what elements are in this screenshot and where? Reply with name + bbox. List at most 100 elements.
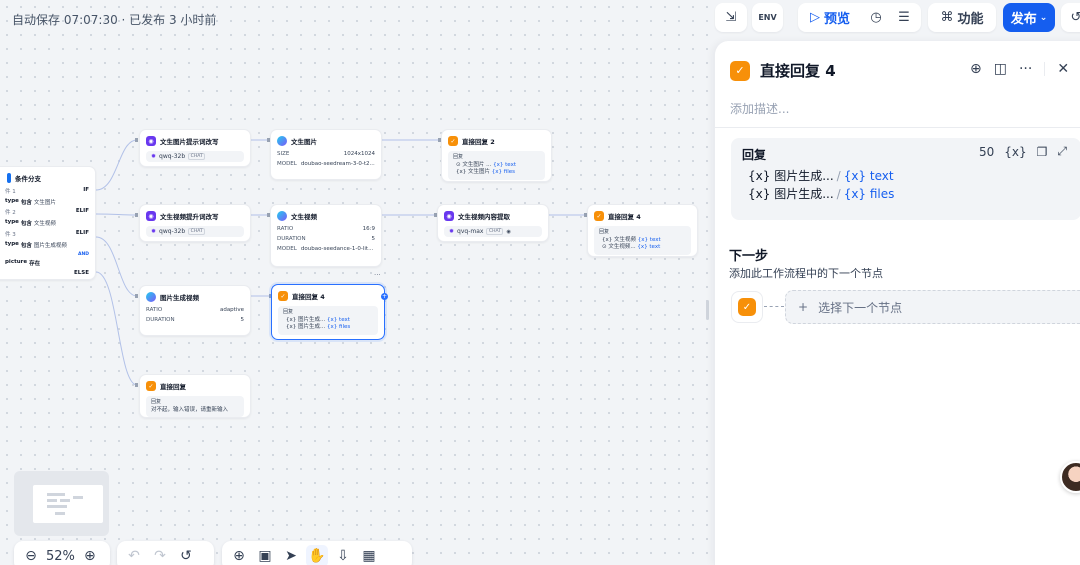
features-button[interactable]: ⌘ 功能	[928, 3, 996, 32]
minimap-viewport[interactable]	[33, 485, 103, 523]
node-title: 文生图片提示词改写	[160, 138, 219, 146]
history-icon[interactable]: ↺	[175, 545, 197, 565]
reply-node[interactable]: ✓ 直接回复 回复 对不起，输入错误，请重新输入	[139, 374, 251, 418]
expand-icon[interactable]: ⤢	[1057, 144, 1067, 159]
case-tag: IF	[83, 186, 89, 193]
workflow-canvas[interactable]: 自动保存 07:07:30 · 已发布 3 小时前 ​条件分支 件 1IF ty…	[0, 0, 714, 565]
redo-icon[interactable]: ↷	[149, 545, 171, 565]
zoom-in-icon[interactable]: ⊕	[79, 545, 101, 565]
reply-label: 回复	[742, 148, 767, 162]
llm-icon: ◉	[444, 211, 454, 221]
reply-line[interactable]: {x} 图片生成... / {x} text	[748, 167, 894, 184]
param-value: 5	[371, 236, 376, 242]
reply-line[interactable]: {x} 图片生成... / {x} files	[748, 185, 894, 202]
param-key: SIZE	[277, 151, 290, 157]
hand-icon[interactable]: ✋	[306, 545, 328, 565]
param-key: DURATION	[277, 236, 306, 242]
edge	[95, 213, 138, 216]
panel-resize-handle[interactable]	[706, 300, 709, 320]
cond-op: 包含	[20, 221, 32, 228]
next-step-desc: 添加此工作流程中的下一个节点	[729, 267, 883, 280]
cond-op: 存在	[29, 261, 41, 268]
export-icon[interactable]: ⇩	[332, 545, 354, 565]
var-name: files	[339, 324, 351, 330]
case-tag: ELIF	[75, 208, 89, 215]
preview-button[interactable]: ▷ 预览	[798, 3, 862, 32]
more-icon[interactable]: ···	[374, 271, 381, 279]
vision-icon: ◉	[506, 228, 511, 235]
publish-button[interactable]: 发布 ⌄	[1003, 3, 1055, 32]
add-note-icon[interactable]: ▣	[254, 545, 276, 565]
model-icon: ✹	[449, 228, 455, 235]
plus-icon: +	[798, 300, 809, 314]
add-node-icon[interactable]: ⊕	[228, 545, 250, 565]
copy-icon[interactable]: ❐	[1037, 145, 1048, 159]
text-to-image-node[interactable]: 文生图片 SIZE 1024x1024 MODEL doubao-seedream-…	[270, 129, 382, 180]
else-tag: ELSE	[74, 270, 89, 277]
description-input[interactable]: 添加描述...	[730, 100, 789, 117]
insert-variable-icon[interactable]: {x}	[1004, 145, 1026, 159]
toolbar-group-1: ⇲	[715, 3, 747, 32]
cond-var: picture	[5, 259, 28, 266]
select-next-node-button[interactable]: + 选择下一个节点	[785, 290, 1080, 324]
var-source: 图片生成...	[298, 316, 326, 323]
mode-badge: CHAT	[486, 228, 504, 235]
reply-node-selected[interactable]: ✓ 直接回复 4 回复 {x} 图片生成... {x} text {x} 图片生成…	[271, 284, 385, 340]
minimap[interactable]	[14, 471, 109, 536]
zoom-level[interactable]: 52%	[46, 549, 75, 564]
chevron-down-icon: ⌄	[1039, 12, 1048, 23]
layout-icon[interactable]: ◫	[994, 61, 1007, 77]
env-icon[interactable]: ENV	[752, 3, 783, 32]
more-icon[interactable]: ···	[1019, 61, 1032, 77]
var-source: 图片生成...	[298, 324, 326, 330]
reply-node[interactable]: ✓ 直接回复 4 回复 {x} 文生视频 {x} text ⊙ 文生视频... {…	[587, 204, 698, 257]
case-tag: ELIF	[75, 229, 89, 236]
pointer-icon[interactable]: ➤	[280, 545, 302, 565]
llm-node[interactable]: ◉ 文生视频提升词改写 ✹ qwq-32b CHAT	[139, 204, 251, 242]
char-count: 50	[978, 144, 995, 159]
and-badge: AND	[78, 251, 89, 257]
current-node-chip: ✓	[731, 291, 763, 323]
var-name: text	[505, 161, 516, 168]
reply-node[interactable]: ✓ 直接回复 2 回复 ⊙ 文生图片 ... {x} text {x} 文生图片 …	[441, 129, 552, 182]
canvas-tools: ⊕ ▣ ➤ ✋ ⇩ ▦	[222, 541, 412, 565]
param-key: MODEL	[277, 161, 297, 167]
node-detail-panel: ✓ 直接回复 4 ⊕ ◫ ··· ✕ 添加描述... 回复 50 {x} ❐ ⤢…	[714, 41, 1080, 565]
checklist-status-icon[interactable]: ☰	[890, 3, 918, 32]
next-link	[764, 306, 784, 307]
undo-icon[interactable]: ↶	[123, 545, 145, 565]
llm-icon: ◉	[146, 136, 156, 146]
param-value: 16:9	[362, 226, 375, 232]
cond-var: type	[5, 240, 19, 247]
close-icon[interactable]: ✕	[1057, 61, 1069, 77]
condition-node[interactable]: ​条件分支 件 1IF type包含文生图片 件 2ELIF type包含文生视…	[0, 166, 96, 280]
reply-label: 回复	[283, 309, 294, 315]
model-name: qwq-32b	[159, 228, 186, 235]
node-title: 文生图片	[291, 138, 317, 146]
image-to-video-node[interactable]: 图片生成视频 RATIO adaptive DURATION 5	[139, 285, 251, 336]
reply-icon: ✓	[594, 211, 604, 221]
param-key: RATIO	[277, 226, 294, 232]
cond-op: 包含	[20, 242, 32, 249]
checklist-icon[interactable]: ⇲	[715, 3, 747, 32]
llm-node[interactable]: ◉ 文生视频内容提取 ✹ qvq-max CHAT ◉	[437, 204, 549, 242]
var-source: 文生视频	[614, 236, 637, 243]
run-history-icon[interactable]: ◷	[862, 3, 890, 32]
param-value: doubao-seedance-1-0-lit...	[300, 246, 374, 252]
add-next-handle[interactable]: +	[381, 293, 388, 300]
zoom-out-icon[interactable]: ⊖	[20, 545, 42, 565]
branch-icon: ​	[7, 173, 11, 183]
panel-title[interactable]: 直接回复 4	[760, 60, 836, 81]
reply-icon: ✓	[278, 291, 288, 301]
reply-icon: ✓	[738, 298, 756, 316]
text-to-video-node[interactable]: 文生视频 RATIO 16:9 DURATION 5 MODEL doubao-see…	[270, 204, 382, 267]
var-name: files	[869, 187, 895, 201]
locate-icon[interactable]: ⊕	[970, 61, 982, 77]
features-icon: ⌘	[940, 10, 954, 25]
organize-icon[interactable]: ▦	[358, 545, 380, 565]
cond-value: 文生视频	[33, 221, 56, 228]
llm-node[interactable]: ◉ 文生图片提示词改写 ✹ qwq-32b CHAT	[139, 129, 251, 167]
cond-var: type	[5, 197, 19, 204]
restore-icon[interactable]: ↺	[1061, 3, 1080, 32]
reply-editor[interactable]: 回复 50 {x} ❐ ⤢ {x} 图片生成... / {x} text {x} 图…	[731, 138, 1080, 220]
